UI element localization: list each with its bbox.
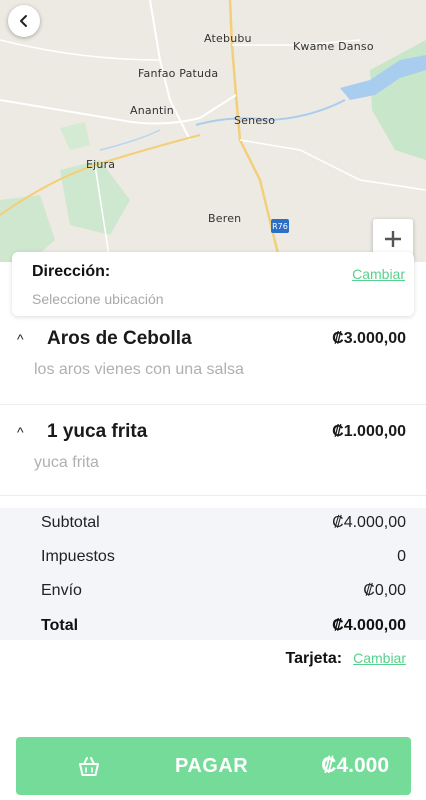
total-label: Total xyxy=(41,617,79,634)
tax-value: 0 xyxy=(397,548,406,565)
chevron-up-icon[interactable]: ^ xyxy=(17,424,24,440)
plus-icon xyxy=(385,231,401,247)
item-description: yuca frita xyxy=(34,454,99,471)
map-view[interactable]: Atebubu Kwame Danso Fanfao Patuda Ananti… xyxy=(0,0,426,262)
change-payment-link[interactable]: Cambiar xyxy=(353,650,406,666)
back-button[interactable] xyxy=(8,5,40,37)
item-price: ₡3.000,00 xyxy=(332,330,406,347)
subtotal-value: ₡4.000,00 xyxy=(332,514,406,531)
map-label-fanfao-patuda: Fanfao Patuda xyxy=(138,67,219,80)
address-card: Dirección: Seleccione ubicación Cambiar xyxy=(12,252,414,316)
shipping-row: Envío ₡0,00 xyxy=(41,581,406,601)
shipping-value: ₡0,00 xyxy=(363,582,406,599)
total-row: Total ₡4.000,00 xyxy=(41,616,406,636)
map-label-atebubu: Atebubu xyxy=(204,32,252,45)
address-placeholder[interactable]: Seleccione ubicación xyxy=(32,291,164,307)
pay-button-amount: ₡4.000 xyxy=(321,754,389,777)
item-name: Aros de Cebolla xyxy=(47,328,192,349)
chevron-up-icon[interactable]: ^ xyxy=(17,331,24,347)
payment-label: Tarjeta: xyxy=(285,650,343,667)
subtotal-label: Subtotal xyxy=(41,514,100,531)
cart-item: ^ 1 yuca frita ₡1.000,00 yuca frita xyxy=(0,405,426,496)
subtotal-row: Subtotal ₡4.000,00 xyxy=(41,513,406,533)
pay-button-label: PAGAR xyxy=(175,755,249,777)
map-label-seneso: Seneso xyxy=(234,114,276,127)
map-label-ejura: Ejura xyxy=(86,158,116,171)
cart-item: ^ Aros de Cebolla ₡3.000,00 los aros vie… xyxy=(0,318,426,405)
item-description: los aros vienes con una salsa xyxy=(34,361,244,378)
map-label-kwame-danso: Kwame Danso xyxy=(293,40,374,53)
address-title: Dirección: xyxy=(32,263,111,280)
map-label-beren: Beren xyxy=(208,212,242,225)
tax-label: Impuestos xyxy=(41,548,115,565)
payment-method: Tarjeta: Cambiar xyxy=(285,650,406,668)
basket-icon xyxy=(79,757,99,776)
shipping-label: Envío xyxy=(41,582,82,599)
change-address-link[interactable]: Cambiar xyxy=(352,266,405,282)
map-label-anantin: Anantin xyxy=(130,104,174,117)
order-summary: Subtotal ₡4.000,00 Impuestos 0 Envío ₡0,… xyxy=(0,508,426,640)
item-price: ₡1.000,00 xyxy=(332,423,406,440)
chevron-left-icon xyxy=(20,15,27,27)
tax-row: Impuestos 0 xyxy=(41,547,406,567)
pay-button[interactable]: PAGAR ₡4.000 xyxy=(16,737,411,795)
item-name: 1 yuca frita xyxy=(47,421,148,442)
total-value: ₡4.000,00 xyxy=(332,617,406,634)
road-badge: R76 xyxy=(271,219,289,233)
